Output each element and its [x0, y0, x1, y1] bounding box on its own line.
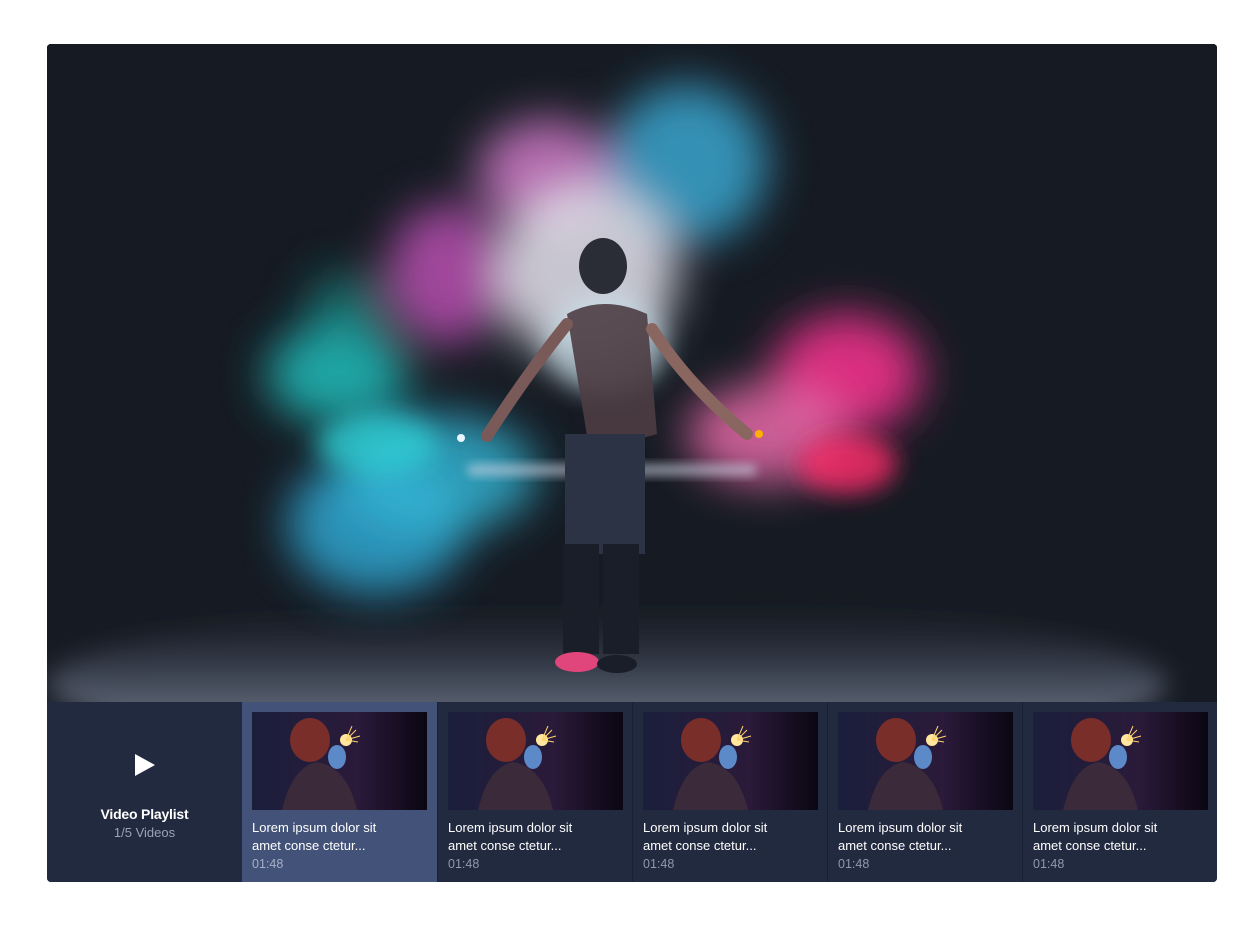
playlist-video-count: 1/5 Videos	[113, 825, 176, 840]
video-thumbnail	[838, 712, 1013, 810]
playlist-item-title: Lorem ipsum dolor sit amet conse ctetur.…	[252, 820, 377, 853]
video-frame-image	[47, 44, 1217, 702]
video-thumbnail	[448, 712, 623, 810]
video-viewport[interactable]	[47, 44, 1217, 702]
playlist-item[interactable]: Lorem ipsum dolor sit amet conse ctetur.…	[632, 702, 827, 882]
playlist-bar: Video Playlist 1/5 Videos Lorem ipsum do…	[47, 702, 1217, 882]
playlist-header: Video Playlist 1/5 Videos	[47, 702, 242, 882]
playlist-item[interactable]: Lorem ipsum dolor sit amet conse ctetur.…	[827, 702, 1022, 882]
playlist-item-title: Lorem ipsum dolor sit amet conse ctetur.…	[448, 820, 573, 853]
playlist-item-duration: 01:48	[838, 857, 870, 871]
playlist-item[interactable]: Lorem ipsum dolor sit amet conse ctetur.…	[1022, 702, 1217, 882]
playlist-item-title: Lorem ipsum dolor sit amet conse ctetur.…	[1033, 820, 1158, 853]
play-icon	[134, 754, 155, 776]
video-player: Video Playlist 1/5 Videos Lorem ipsum do…	[47, 44, 1217, 882]
play-button[interactable]	[133, 752, 157, 778]
playlist-item-duration: 01:48	[252, 857, 284, 871]
playlist-item-title: Lorem ipsum dolor sit amet conse ctetur.…	[643, 820, 768, 853]
playlist-item-duration: 01:48	[643, 857, 675, 871]
playlist-item[interactable]: Lorem ipsum dolor sit amet conse ctetur.…	[242, 702, 437, 882]
playlist-item-duration: 01:48	[1033, 857, 1065, 871]
playlist-item-title: Lorem ipsum dolor sit amet conse ctetur.…	[838, 820, 963, 853]
playlist-title: Video Playlist	[100, 806, 189, 822]
playlist-item-duration: 01:48	[448, 857, 480, 871]
video-thumbnail	[1033, 712, 1208, 810]
video-thumbnail	[643, 712, 818, 810]
playlist-item[interactable]: Lorem ipsum dolor sit amet conse ctetur.…	[437, 702, 632, 882]
video-thumbnail	[252, 712, 427, 810]
